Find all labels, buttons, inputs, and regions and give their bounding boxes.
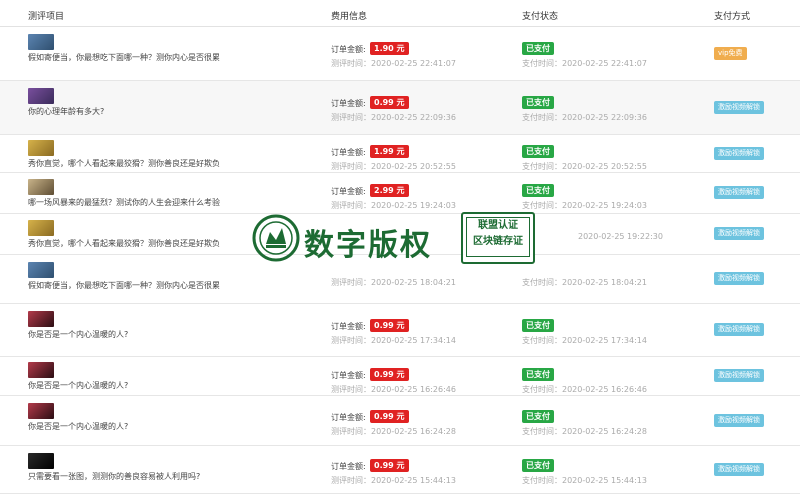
eval-time: 测评时间：2020-02-25 16:26:46 — [331, 385, 456, 394]
eval-time: 测评时间：2020-02-25 22:41:07 — [331, 59, 456, 68]
landscape-thumb-icon — [28, 34, 54, 50]
pay-time: 2020-02-25 19:22:30 — [578, 232, 663, 241]
price-badge: 0.99 元 — [370, 459, 409, 472]
header-fee: 费用信息 — [331, 12, 368, 22]
header-status: 支付状态 — [522, 12, 559, 22]
eval-time: 测评时间：2020-02-25 18:04:21 — [331, 278, 456, 287]
table-row[interactable]: 你是否是一个内心温暖的人? 订单金额: 0.99 元测评时间：2020-02-25 … — [0, 304, 800, 357]
watermark-text: 数字版权 — [304, 228, 432, 263]
heart-thumb-icon — [28, 403, 54, 419]
eval-time: 测评时间：2020-02-25 16:24:28 — [331, 427, 456, 436]
test-title[interactable]: 哪一场风暴来的最猛烈？测试你的人生会迎来什么考验 — [28, 197, 220, 208]
price-badge: 2.99 元 — [370, 184, 409, 197]
stamp-line-1: 联盟认证 — [478, 220, 518, 231]
price-badge: 0.99 元 — [370, 410, 409, 423]
table-row[interactable]: 你是否是一个内心温暖的人? 订单金额: 0.99 元测评时间：2020-02-25 … — [0, 396, 800, 446]
table-header: 测评项目 费用信息 支付状态 支付方式 — [0, 0, 800, 27]
price-badge: 1.99 元 — [370, 145, 409, 158]
eval-time: 测评时间：2020-02-25 22:09:36 — [331, 113, 456, 122]
test-title[interactable]: 你的心理年龄有多大? — [28, 106, 104, 117]
eval-time: 测评时间：2020-02-25 15:44:13 — [331, 476, 456, 485]
test-title[interactable]: 你是否是一个内心温暖的人? — [28, 380, 128, 391]
header-project: 测评项目 — [28, 12, 65, 22]
table-row[interactable]: 秀你直觉，哪个人看起来最狡猾？测你善良还是好欺负 订单金额: 1.99 元测评时间：… — [0, 135, 800, 173]
copyright-watermark: 数字版权 联盟认证 区块链存证 — [252, 210, 542, 268]
paid-status-badge: 已支付 — [522, 319, 554, 332]
order-amount-label: 订单金额: — [331, 413, 366, 422]
pay-time: 支付时间：2020-02-25 22:41:07 — [522, 59, 647, 68]
table-row[interactable]: 你的心理年龄有多大? 订单金额: 0.99 元测评时间：2020-02-25 22:… — [0, 81, 800, 135]
table-row[interactable]: 只需要看一张图，测测你的善良容易被人利用吗? 订单金额: 0.99 元测评时间：20… — [0, 446, 800, 494]
price-badge: 0.99 元 — [370, 368, 409, 381]
paid-status-badge: 已支付 — [522, 145, 554, 158]
order-amount-label: 订单金额: — [331, 148, 366, 157]
payment-method-badge: vip免费 — [714, 47, 747, 60]
test-title[interactable]: 只需要看一张图，测测你的善良容易被人利用吗? — [28, 471, 200, 482]
storm-thumb-icon — [28, 179, 54, 195]
table-row[interactable]: 哪一场风暴来的最猛烈？测试你的人生会迎来什么考验 订单金额: 2.99 元测评时间：… — [0, 173, 800, 214]
payment-method-badge: 激励视频解锁 — [714, 323, 764, 336]
pay-time: 支付时间：2020-02-25 16:26:46 — [522, 385, 647, 394]
payment-method-badge: 激励视频解锁 — [714, 227, 764, 240]
copyright-seal-icon — [252, 214, 300, 262]
test-title[interactable]: 秀你直觉，哪个人看起来最狡猾？测你善良还是好欺负 — [28, 158, 220, 169]
heart-thumb-icon — [28, 311, 54, 327]
paid-status-badge: 已支付 — [522, 410, 554, 423]
payment-method-badge: 激励视频解锁 — [714, 272, 764, 285]
order-amount-label: 订单金额: — [331, 371, 366, 380]
test-title[interactable]: 秀你直觉，哪个人看起来最狡猾？测你善良还是好欺负 — [28, 238, 220, 249]
price-badge: 1.90 元 — [370, 42, 409, 55]
test-title[interactable]: 你是否是一个内心温暖的人? — [28, 329, 128, 340]
payment-method-badge: 激励视频解锁 — [714, 186, 764, 199]
paid-status-badge: 已支付 — [522, 42, 554, 55]
landscape-thumb-icon — [28, 262, 54, 278]
pay-time: 支付时间：2020-02-25 18:04:21 — [522, 278, 647, 287]
test-title[interactable]: 假如寄便当，你最想吃下面哪一种？测你内心是否很累 — [28, 280, 220, 291]
order-amount-label: 订单金额: — [331, 322, 366, 331]
payment-method-badge: 激励视频解锁 — [714, 147, 764, 160]
paid-status-badge: 已支付 — [522, 96, 554, 109]
payment-method-badge: 激励视频解锁 — [714, 101, 764, 114]
order-amount-label: 订单金额: — [331, 187, 366, 196]
price-badge: 0.99 元 — [370, 96, 409, 109]
pay-time: 支付时间：2020-02-25 20:52:55 — [522, 162, 647, 171]
order-amount-label: 订单金额: — [331, 99, 366, 108]
heart-thumb-icon — [28, 362, 54, 378]
stamp-line-2: 区块链存证 — [473, 236, 523, 247]
paid-status-badge: 已支付 — [522, 368, 554, 381]
order-amount-label: 订单金额: — [331, 45, 366, 54]
table-row[interactable]: 假如寄便当，你最想吃下面哪一种？测你内心是否很累 订单金额: 1.90 元测评时间：… — [0, 27, 800, 81]
pay-time: 支付时间：2020-02-25 15:44:13 — [522, 476, 647, 485]
paid-status-badge: 已支付 — [522, 459, 554, 472]
order-amount-label: 订单金额: — [331, 462, 366, 471]
pay-time: 支付时间：2020-02-25 22:09:36 — [522, 113, 647, 122]
eval-time: 测评时间：2020-02-25 17:34:14 — [331, 336, 456, 345]
desert-thumb-icon — [28, 220, 54, 236]
table-row[interactable]: 你是否是一个内心温暖的人? 订单金额: 0.99 元测评时间：2020-02-25 … — [0, 357, 800, 396]
payment-method-badge: 激励视频解锁 — [714, 414, 764, 427]
header-method: 支付方式 — [714, 12, 751, 22]
test-title[interactable]: 你是否是一个内心温暖的人? — [28, 421, 128, 432]
price-badge: 0.99 元 — [370, 319, 409, 332]
dark-thumb-icon — [28, 453, 54, 469]
desert-thumb-icon — [28, 140, 54, 156]
pay-time: 支付时间：2020-02-25 17:34:14 — [522, 336, 647, 345]
certification-stamp: 联盟认证 区块链存证 — [461, 212, 535, 264]
eval-time: 测评时间：2020-02-25 20:52:55 — [331, 162, 456, 171]
payment-method-badge: 激励视频解锁 — [714, 463, 764, 476]
pay-time: 支付时间：2020-02-25 16:24:28 — [522, 427, 647, 436]
payment-method-badge: 激励视频解锁 — [714, 369, 764, 382]
mountain-thumb-icon — [28, 88, 54, 104]
paid-status-badge: 已支付 — [522, 184, 554, 197]
test-title[interactable]: 假如寄便当，你最想吃下面哪一种？测你内心是否很累 — [28, 52, 220, 63]
